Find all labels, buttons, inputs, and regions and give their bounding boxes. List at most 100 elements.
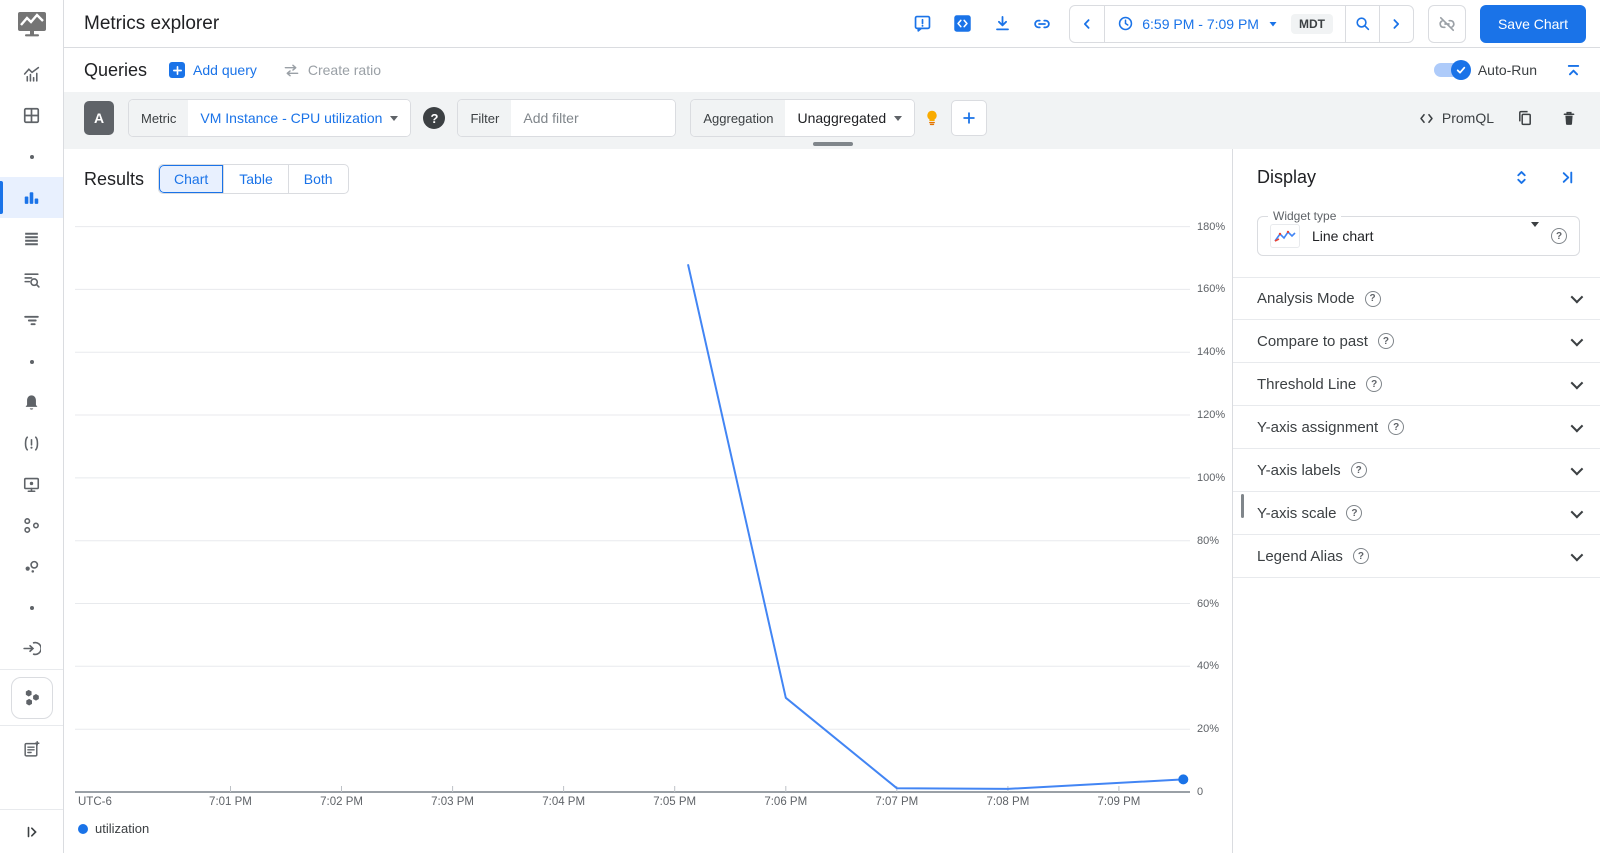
monitoring-logo-icon[interactable] <box>0 0 63 48</box>
help-icon[interactable]: ? <box>1352 548 1369 564</box>
sidebar-item-kubernetes-engine[interactable] <box>0 669 63 725</box>
time-back-button[interactable] <box>1070 6 1104 42</box>
sidebar-item-error-reporting[interactable] <box>0 423 63 464</box>
autorun-toggle[interactable] <box>1433 60 1471 80</box>
caret-down-icon <box>1531 222 1539 245</box>
sidebar-item-trace[interactable] <box>0 300 63 341</box>
aggregation-dropdown[interactable]: Unaggregated <box>785 100 915 136</box>
arrow-into-circle-icon <box>23 641 41 656</box>
delete-query-button[interactable] <box>1556 105 1582 131</box>
section-compare-to-past[interactable]: Compare to past ? <box>1233 320 1600 363</box>
time-range-value: 6:59 PM - 7:09 PM <box>1142 15 1259 32</box>
save-chart-button[interactable]: Save Chart <box>1479 4 1586 43</box>
chart-plot[interactable] <box>75 214 1190 793</box>
ratio-arrows-icon <box>284 64 299 76</box>
display-header: Display <box>1233 149 1600 200</box>
section-y-axis-labels[interactable]: Y-axis labels ? <box>1233 449 1600 492</box>
sidebar-item-services[interactable] <box>0 505 63 546</box>
hexagons-box <box>10 676 53 719</box>
dot-icon <box>29 359 34 364</box>
query-row: A Metric VM Instance - CPU utilization ?… <box>84 99 1582 137</box>
x-axis-tick-label: 7:07 PM <box>875 796 919 808</box>
sidebar-item-metrics-explorer[interactable] <box>0 177 63 218</box>
dot-icon <box>29 605 34 610</box>
log-search-icon <box>24 273 40 288</box>
tab-table[interactable]: Table <box>224 165 289 193</box>
close-panel-button[interactable] <box>1554 164 1580 190</box>
help-icon[interactable]: ? <box>1346 505 1363 521</box>
caret-down-icon <box>894 115 903 121</box>
help-icon[interactable]: ? <box>1366 376 1383 392</box>
x-axis-tick-label: 7:09 PM <box>1097 796 1141 808</box>
tab-both[interactable]: Both <box>289 165 348 193</box>
help-icon[interactable]: ? <box>1388 419 1405 435</box>
x-axis-labels: 7:01 PM 7:02 PM 7:03 PM 7:04 PM 7:05 PM 7:06 … <box>75 796 1190 812</box>
help-icon[interactable]: ? <box>1377 333 1394 349</box>
duplicate-query-button[interactable] <box>1512 105 1538 131</box>
sidebar-item-dot-1[interactable] <box>0 136 63 177</box>
sidebar-item-alerting[interactable] <box>0 382 63 423</box>
logs-icon <box>25 232 38 246</box>
section-legend-alias[interactable]: Legend Alias ? <box>1233 535 1600 578</box>
code-editor-button[interactable] <box>949 11 975 37</box>
share-link-button[interactable] <box>1029 11 1055 37</box>
tab-chart[interactable]: Chart <box>159 165 225 193</box>
help-icon[interactable]: ? <box>1350 462 1367 478</box>
sidebar-item-integrations[interactable] <box>0 546 63 587</box>
resize-handle[interactable] <box>813 142 853 146</box>
caret-down-icon <box>390 115 399 121</box>
results-section: Results Chart Table Both 180% 160% 140% 120… <box>64 149 1232 853</box>
aggregation-label: Aggregation <box>691 100 786 136</box>
suggestion-button[interactable] <box>923 109 941 127</box>
section-y-axis-scale[interactable]: Y-axis scale ? <box>1233 492 1600 535</box>
x-axis-tick-label: 7:06 PM <box>764 796 808 808</box>
content-area: Results Chart Table Both 180% 160% 140% 120… <box>64 149 1600 853</box>
display-title: Display <box>1257 166 1317 187</box>
expand-all-sections-button[interactable] <box>1508 164 1534 190</box>
sidebar-item-uptime-checks[interactable] <box>0 464 63 505</box>
filter-input[interactable] <box>523 110 664 126</box>
add-subquery-button[interactable] <box>951 100 988 136</box>
bubbles-icon <box>25 560 39 573</box>
unlink-charts-button[interactable] <box>1427 4 1466 43</box>
metric-dropdown[interactable]: VM Instance - CPU utilization <box>188 100 411 136</box>
sidebar-item-data-ingestion[interactable] <box>0 628 63 669</box>
help-icon[interactable]: ? <box>1364 290 1381 307</box>
sidebar-item-dot-2[interactable] <box>0 341 63 382</box>
section-analysis-mode[interactable]: Analysis Mode ? <box>1233 277 1600 320</box>
sidebar-item-logs-analytics[interactable] <box>0 259 63 300</box>
add-query-button[interactable]: Add query <box>169 62 257 78</box>
feedback-button[interactable] <box>909 11 935 37</box>
y-axis-tick-label: 40% <box>1197 660 1220 673</box>
sidebar-item-dashboards[interactable] <box>0 95 63 136</box>
y-axis-labels: 180% 160% 140% 120% 100% 80% 60% 40% 20% 0 <box>1197 214 1237 798</box>
trash-icon <box>1563 111 1575 125</box>
metric-help-button[interactable]: ? <box>423 107 446 129</box>
legend-item-utilization[interactable]: utilization <box>78 821 149 836</box>
time-zoom-button[interactable] <box>1344 5 1379 42</box>
y-axis-tick-label: 80% <box>1197 534 1220 547</box>
x-axis-tick-label: 7:02 PM <box>320 796 363 808</box>
sidebar-item-dot-3[interactable] <box>0 587 63 628</box>
create-ratio-button[interactable]: Create ratio <box>283 62 381 79</box>
collapse-queries-button[interactable] <box>1565 62 1582 79</box>
sidebar-item-overview[interactable] <box>0 54 63 95</box>
sidebar-item-release-notes[interactable] <box>0 725 63 773</box>
section-threshold-line[interactable]: Threshold Line ? <box>1233 363 1600 406</box>
panel-scrollbar[interactable] <box>1241 494 1244 518</box>
time-forward-button[interactable] <box>1378 5 1413 42</box>
widget-type-help-icon[interactable]: ? <box>1551 228 1567 244</box>
section-y-axis-assignment[interactable]: Y-axis assignment ? <box>1233 406 1600 449</box>
promql-button[interactable]: PromQL <box>1418 110 1494 127</box>
download-button[interactable] <box>989 11 1015 37</box>
page-title: Metrics explorer <box>84 12 220 34</box>
sidebar-item-logs[interactable] <box>0 218 63 259</box>
widget-type-dropdown[interactable]: Widget type Line chart ? <box>1257 209 1580 256</box>
time-range-dropdown[interactable]: 6:59 PM - 7:09 PM MDT <box>1104 5 1345 42</box>
queries-row: Queries Add query Create ratio Auto-Run <box>64 48 1600 92</box>
expand-panel-icon <box>27 826 37 837</box>
sidebar-expand-button[interactable] <box>0 809 63 853</box>
dot-icon <box>29 154 34 159</box>
code-icon <box>954 15 971 32</box>
sidebar-items <box>0 48 63 853</box>
